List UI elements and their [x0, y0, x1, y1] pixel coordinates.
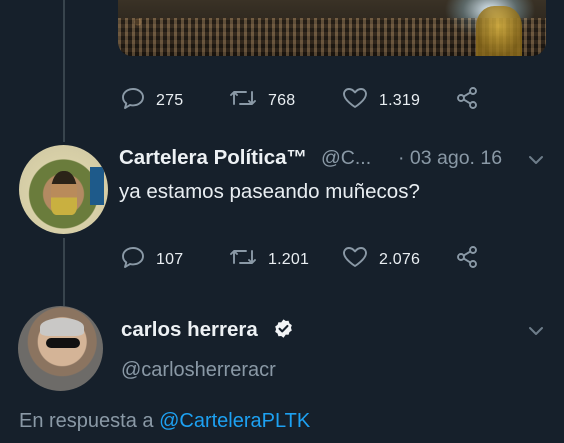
- reply-button[interactable]: 107: [120, 245, 183, 274]
- reply-button[interactable]: 275: [120, 86, 183, 115]
- avatar-figure-detail: [51, 171, 77, 215]
- heart-icon: [341, 86, 369, 115]
- tweet-media-photo[interactable]: [118, 0, 546, 56]
- avatar-hair-detail: [40, 318, 84, 336]
- like-count: 1.319: [379, 91, 421, 109]
- media-figure-detail: [476, 6, 522, 56]
- reply-context: En respuesta a @CarteleraPLTK: [19, 410, 310, 433]
- avatar-sign-detail: [90, 167, 104, 205]
- retweet-button[interactable]: 1.201: [228, 245, 309, 274]
- like-button[interactable]: 2.076: [341, 245, 420, 274]
- avatar-carlos-herrera[interactable]: [18, 306, 103, 391]
- reply-to-label: En respuesta a: [19, 410, 154, 432]
- tweet-text: ya estamos paseando muñecos?: [119, 180, 420, 203]
- tweet-menu-chevron[interactable]: [527, 324, 545, 336]
- display-name[interactable]: carlos herrera: [121, 318, 258, 342]
- retweet-icon: [228, 245, 258, 274]
- retweet-count: 1.201: [268, 250, 310, 268]
- chevron-down-icon: [527, 153, 545, 170]
- tweet-date[interactable]: · 03 ago. 16: [398, 147, 502, 170]
- reply-icon: [120, 86, 146, 115]
- handle[interactable]: @carlosherreracr: [121, 359, 276, 382]
- tweet-menu-chevron[interactable]: [527, 153, 545, 165]
- display-name[interactable]: Cartelera Política™: [119, 146, 307, 170]
- reply-count: 107: [156, 250, 184, 268]
- retweet-count: 768: [268, 91, 296, 109]
- retweet-icon: [228, 86, 258, 115]
- share-icon: [455, 245, 479, 274]
- share-icon: [455, 86, 479, 115]
- reply-to-handle-link[interactable]: @CarteleraPLTK: [159, 410, 310, 432]
- thread-line: [63, 0, 65, 142]
- share-button[interactable]: [455, 245, 479, 274]
- like-button[interactable]: 1.319: [341, 86, 420, 115]
- retweet-button[interactable]: 768: [228, 86, 295, 115]
- avatar-cartelera-politika[interactable]: [19, 145, 108, 234]
- handle[interactable]: @C...: [321, 147, 371, 170]
- reply-count: 275: [156, 91, 184, 109]
- heart-icon: [341, 245, 369, 274]
- share-button[interactable]: [455, 86, 479, 115]
- avatar-sunglasses-detail: [46, 338, 80, 348]
- chevron-down-icon: [527, 324, 545, 341]
- thread-line: [63, 238, 65, 306]
- like-count: 2.076: [379, 250, 421, 268]
- verified-badge-icon: [273, 318, 294, 339]
- reply-icon: [120, 245, 146, 274]
